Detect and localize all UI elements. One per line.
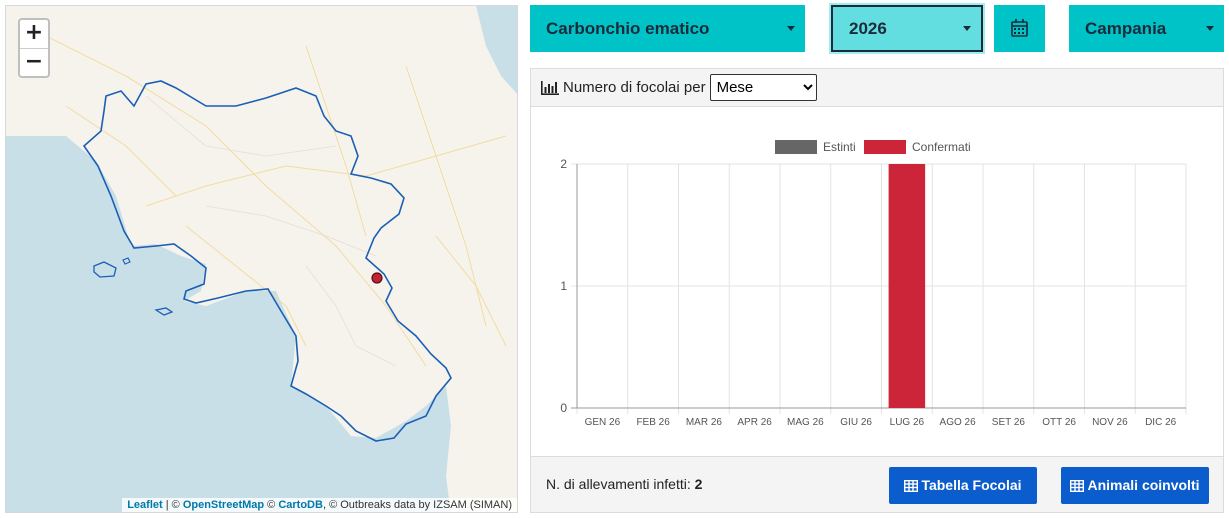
attribution-sep: ©: [264, 499, 279, 511]
x-tick-label: GEN 26: [585, 417, 621, 428]
map-tiles: [6, 6, 517, 512]
x-tick-label: SET 26: [992, 417, 1026, 428]
caret-down-icon: [963, 26, 971, 31]
zoom-in-button[interactable]: +: [20, 20, 48, 48]
y-tick-label: 2: [560, 157, 567, 171]
panel-header: Numero di focolai per Mese: [531, 69, 1223, 107]
x-tick-label: GIU 26: [840, 417, 872, 428]
disease-label: Carbonchio ematico: [546, 19, 710, 38]
bar-chart: 0 1 2 GEN 26 FEB 26 MAR 26 APR 26 MAG 26 GIU 26 L…: [560, 140, 1187, 428]
table-icon: [904, 479, 919, 493]
x-tick-label: MAG 26: [787, 417, 824, 428]
year-dropdown[interactable]: 2026: [831, 5, 983, 52]
legend-swatch-confermati: [864, 140, 906, 154]
year-label: 2026: [849, 19, 887, 38]
osm-link[interactable]: OpenStreetMap: [183, 499, 264, 511]
region-dropdown[interactable]: Campania: [1069, 5, 1224, 52]
zoom-out-button[interactable]: −: [20, 48, 48, 76]
x-tick-label: LUG 26: [890, 417, 925, 428]
legend-swatch-estinti: [775, 140, 817, 154]
period-select[interactable]: Mese: [709, 74, 817, 101]
caret-down-icon: [787, 26, 795, 31]
y-tick-label: 0: [560, 401, 567, 415]
calendar-button[interactable]: [994, 5, 1045, 52]
animali-coinvolti-label: Animali coinvolti: [1087, 477, 1200, 493]
caret-down-icon: [1206, 26, 1214, 31]
disease-dropdown[interactable]: Carbonchio ematico: [530, 5, 805, 52]
x-tick-label: APR 26: [737, 417, 772, 428]
tabella-focolai-button[interactable]: Tabella Focolai: [889, 467, 1037, 504]
attribution-sep: | ©: [162, 499, 183, 511]
chart-area: 0 1 2 GEN 26 FEB 26 MAR 26 APR 26 MAG 26 GIU 26 L…: [531, 108, 1223, 456]
x-tick-label: NOV 26: [1092, 417, 1128, 428]
x-tick-label: DIC 26: [1145, 417, 1177, 428]
map-attribution: Leaflet | © OpenStreetMap © CartoDB, © O…: [122, 498, 517, 512]
calendar-icon: [1011, 19, 1028, 37]
x-tick-label: OTT 26: [1042, 417, 1076, 428]
attribution-text: , © Outbreaks data by IZSAM (SIMAN): [322, 499, 512, 511]
infected-count-label: N. di allevamenti infetti:: [546, 476, 691, 492]
table-icon: [1070, 479, 1085, 493]
leaflet-link[interactable]: Leaflet: [127, 499, 162, 511]
x-tick-label: FEB 26: [636, 417, 670, 428]
legend-label: Confermati: [912, 140, 971, 154]
infected-count-value: 2: [694, 476, 703, 492]
panel-title: Numero di focolai per: [563, 79, 706, 96]
panel-footer: N. di allevamenti infetti: 2 Tabella Foc…: [531, 456, 1223, 512]
bar-chart-icon: [541, 80, 559, 95]
bar-confermati: [888, 164, 926, 408]
outbreak-marker[interactable]: [371, 272, 383, 284]
region-label: Campania: [1085, 19, 1167, 38]
chart-panel: Numero di focolai per Mese 0 1 2 GEN 26 FEB …: [530, 68, 1224, 513]
cartodb-link[interactable]: CartoDB: [278, 499, 323, 511]
map[interactable]: + − Leaflet | © OpenStreetMap © CartoDB,…: [5, 5, 518, 513]
tabella-focolai-label: Tabella Focolai: [921, 477, 1022, 493]
zoom-control: + −: [18, 18, 50, 78]
y-tick-label: 1: [560, 279, 567, 293]
x-tick-label: MAR 26: [686, 417, 723, 428]
animali-coinvolti-button[interactable]: Animali coinvolti: [1061, 467, 1209, 504]
infected-count-text: N. di allevamenti infetti: 2: [546, 476, 702, 492]
legend-label: Estinti: [823, 140, 856, 154]
x-tick-label: AGO 26: [940, 417, 977, 428]
